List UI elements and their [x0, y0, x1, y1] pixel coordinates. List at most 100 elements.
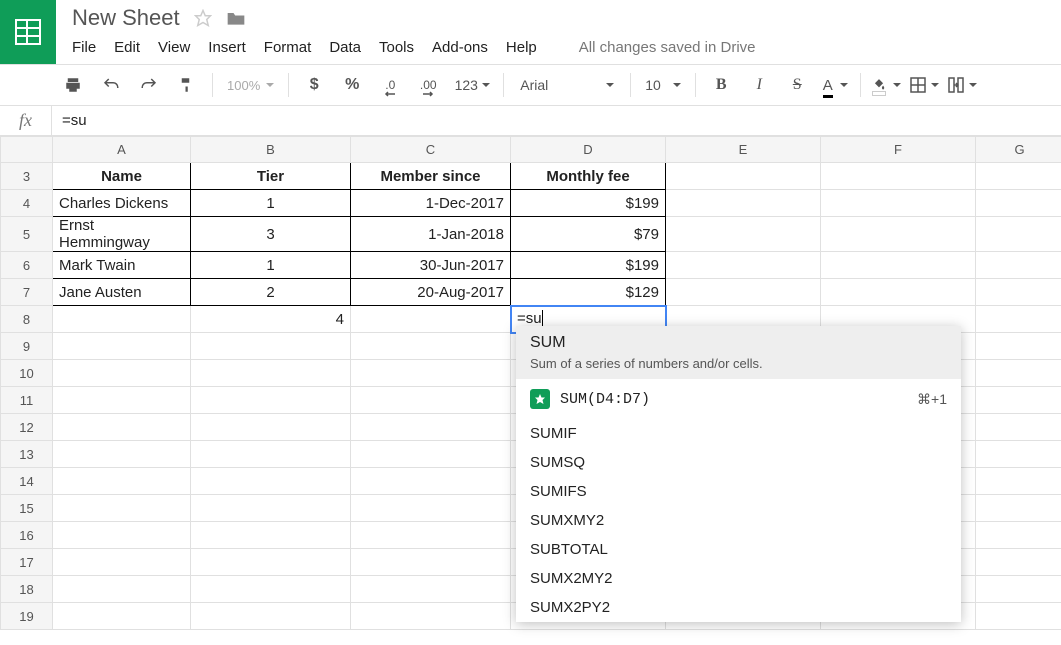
cell[interactable] — [821, 163, 976, 190]
col-header-C[interactable]: C — [351, 137, 511, 163]
cell[interactable] — [976, 190, 1061, 217]
row-header[interactable]: 9 — [1, 333, 53, 360]
row-header[interactable]: 4 — [1, 190, 53, 217]
menu-file[interactable]: File — [72, 39, 96, 56]
cell[interactable] — [666, 217, 821, 252]
currency-button[interactable]: $ — [297, 71, 331, 99]
print-button[interactable] — [56, 71, 90, 99]
col-header-D[interactable]: D — [511, 137, 666, 163]
cell[interactable] — [976, 549, 1061, 576]
cell[interactable] — [191, 333, 351, 360]
menu-edit[interactable]: Edit — [114, 39, 140, 56]
row-header[interactable]: 15 — [1, 495, 53, 522]
menu-addons[interactable]: Add-ons — [432, 39, 488, 56]
cell[interactable] — [191, 495, 351, 522]
autocomplete-item[interactable]: SUMX2PY2 — [516, 593, 961, 622]
menu-view[interactable]: View — [158, 39, 190, 56]
cell[interactable] — [821, 190, 976, 217]
row-header[interactable]: 5 — [1, 217, 53, 252]
cell[interactable] — [351, 306, 511, 333]
cell[interactable]: Mark Twain — [53, 252, 191, 279]
cell[interactable] — [976, 414, 1061, 441]
cell[interactable] — [351, 576, 511, 603]
row-header[interactable]: 13 — [1, 441, 53, 468]
cell[interactable]: 3 — [191, 217, 351, 252]
cell[interactable]: Charles Dickens — [53, 190, 191, 217]
borders-button[interactable] — [907, 71, 941, 99]
cell[interactable]: Name — [53, 163, 191, 190]
cell[interactable] — [191, 387, 351, 414]
cell[interactable] — [976, 522, 1061, 549]
col-header-F[interactable]: F — [821, 137, 976, 163]
redo-button[interactable] — [132, 71, 166, 99]
italic-button[interactable]: I — [742, 71, 776, 99]
autocomplete-item[interactable]: SUMX2MY2 — [516, 564, 961, 593]
bold-button[interactable]: B — [704, 71, 738, 99]
cell[interactable] — [191, 522, 351, 549]
document-title[interactable]: New Sheet — [72, 5, 180, 31]
cell[interactable]: 4 — [191, 306, 351, 333]
cell[interactable] — [976, 603, 1061, 630]
cell[interactable] — [666, 163, 821, 190]
menu-help[interactable]: Help — [506, 39, 537, 56]
number-format-dropdown[interactable]: 123 — [449, 71, 495, 99]
cell[interactable] — [53, 522, 191, 549]
cell[interactable]: $79 — [511, 217, 666, 252]
cell[interactable] — [666, 279, 821, 306]
star-icon[interactable] — [194, 9, 212, 27]
cell[interactable] — [53, 468, 191, 495]
autocomplete-smart-suggestion[interactable]: SUM(D4:D7) ⌘+1 — [516, 379, 961, 419]
cell[interactable] — [351, 333, 511, 360]
cell[interactable]: $129 — [511, 279, 666, 306]
autocomplete-item[interactable]: SUMXMY2 — [516, 506, 961, 535]
cell[interactable] — [191, 576, 351, 603]
col-header-A[interactable]: A — [53, 137, 191, 163]
row-header[interactable]: 6 — [1, 252, 53, 279]
spreadsheet-grid[interactable]: A B C D E F G 3 Name Tier Member since M… — [0, 136, 1061, 630]
cell[interactable]: 30-Jun-2017 — [351, 252, 511, 279]
cell[interactable] — [53, 549, 191, 576]
decrease-decimal-button[interactable]: .0 — [373, 71, 407, 99]
autocomplete-selected-item[interactable]: SUM Sum of a series of numbers and/or ce… — [516, 326, 961, 379]
row-header[interactable]: 12 — [1, 414, 53, 441]
cell[interactable] — [976, 252, 1061, 279]
cell[interactable]: 1 — [191, 252, 351, 279]
text-color-button[interactable]: A — [818, 71, 852, 99]
cell[interactable] — [976, 387, 1061, 414]
undo-button[interactable] — [94, 71, 128, 99]
cell[interactable] — [53, 441, 191, 468]
row-header[interactable]: 7 — [1, 279, 53, 306]
row-header[interactable]: 16 — [1, 522, 53, 549]
autocomplete-item[interactable]: SUMSQ — [516, 448, 961, 477]
menu-insert[interactable]: Insert — [208, 39, 246, 56]
col-header-G[interactable]: G — [976, 137, 1061, 163]
cell[interactable] — [53, 306, 191, 333]
row-header[interactable]: 18 — [1, 576, 53, 603]
cell[interactable] — [351, 468, 511, 495]
cell[interactable] — [976, 306, 1061, 333]
zoom-dropdown[interactable]: 100% — [221, 78, 280, 93]
merge-cells-button[interactable] — [945, 71, 979, 99]
strikethrough-button[interactable]: S — [780, 71, 814, 99]
cell[interactable] — [53, 387, 191, 414]
cell[interactable]: 20-Aug-2017 — [351, 279, 511, 306]
cell[interactable]: 2 — [191, 279, 351, 306]
cell[interactable] — [976, 441, 1061, 468]
autocomplete-item[interactable]: SUMIF — [516, 419, 961, 448]
cell[interactable] — [53, 576, 191, 603]
autocomplete-item[interactable]: SUBTOTAL — [516, 535, 961, 564]
cell[interactable] — [351, 387, 511, 414]
cell[interactable] — [191, 360, 351, 387]
cell[interactable] — [191, 441, 351, 468]
cell[interactable] — [351, 495, 511, 522]
cell[interactable] — [976, 495, 1061, 522]
row-header[interactable]: 8 — [1, 306, 53, 333]
percent-button[interactable]: % — [335, 71, 369, 99]
cell[interactable] — [53, 603, 191, 630]
cell[interactable] — [191, 603, 351, 630]
cell[interactable] — [976, 468, 1061, 495]
cell[interactable] — [351, 414, 511, 441]
cell[interactable] — [191, 414, 351, 441]
cell[interactable] — [976, 163, 1061, 190]
font-size-dropdown[interactable]: 10 — [639, 77, 687, 93]
